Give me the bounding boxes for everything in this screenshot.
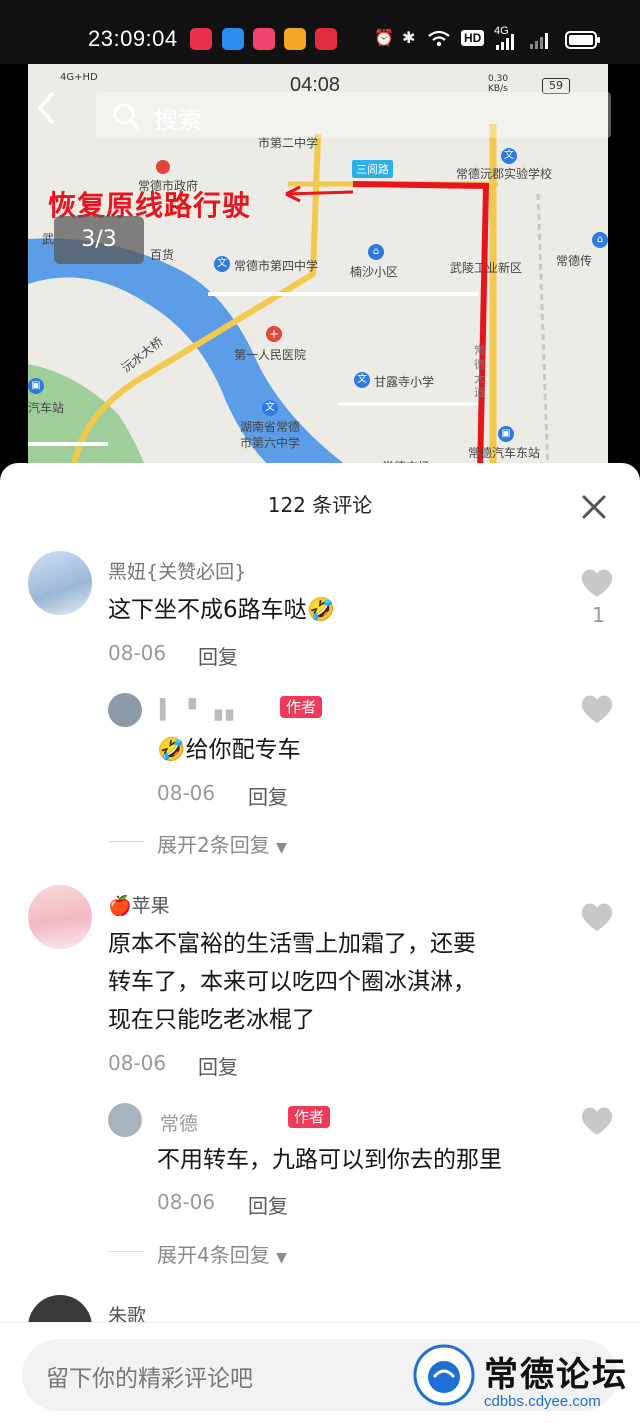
- map-label: 汽车站: [28, 401, 65, 415]
- school-poi-icon: 文: [354, 372, 370, 388]
- commenter-name[interactable]: 🍎苹果: [108, 891, 170, 918]
- commenter-name[interactable]: 黑妞{关赞必回}: [108, 557, 246, 584]
- hd-voice-icon: HD: [461, 30, 485, 46]
- watermark-url: cdbbs.cdyee.com: [484, 1393, 601, 1410]
- school-poi-icon: 文: [214, 256, 230, 272]
- bluetooth-icon: ✱: [402, 28, 416, 47]
- like-heart-icon[interactable]: [580, 567, 614, 599]
- avatar[interactable]: [28, 885, 92, 949]
- like-heart-icon[interactable]: [580, 693, 614, 725]
- divider: [108, 841, 144, 842]
- comment-text-line: 转车了，本来可以吃四个圈冰淇淋，: [108, 969, 476, 995]
- expand-replies-label: 展开2条回复: [157, 833, 270, 857]
- expand-replies-button[interactable]: 展开4条回复 ▼: [157, 1239, 287, 1268]
- reply-button[interactable]: 回复: [248, 1190, 288, 1219]
- inner-network-label: 4G+HD: [60, 72, 98, 83]
- signal-strength-2-icon: [530, 33, 548, 49]
- map-label: 常德汽车东站: [468, 446, 541, 460]
- status-bar: 23:09:04 ⏰ ✱ HD 4G: [0, 0, 640, 64]
- comment-date: 08-06: [108, 1051, 167, 1075]
- divider: [108, 1251, 144, 1252]
- reply-author-name[interactable]: 常德: [160, 1109, 198, 1136]
- map-label: 湖南省常德: [240, 420, 301, 434]
- close-icon[interactable]: [580, 493, 608, 521]
- like-count: 1: [592, 603, 605, 627]
- avatar[interactable]: [28, 551, 92, 615]
- reply-date: 08-06: [157, 1190, 216, 1214]
- reply-date: 08-06: [157, 781, 216, 805]
- comments-sheet: 122 条评论 黑妞{关赞必回} 这下坐不成6路车哒🤣 08-06 回复 1 ▍…: [0, 463, 640, 1422]
- residential-poi-icon: ⌂: [368, 244, 384, 260]
- bus-poi-icon: ▣: [28, 378, 44, 394]
- school-poi-icon: 文: [262, 400, 278, 416]
- school-poi-icon: 文: [501, 148, 517, 164]
- map-label: 百货: [150, 248, 175, 262]
- clock: 23:09:04: [88, 26, 178, 51]
- reply-button[interactable]: 回复: [248, 781, 288, 810]
- author-badge: 作者: [288, 1106, 331, 1128]
- back-arrow-icon[interactable]: [34, 90, 58, 126]
- weibo-icon: [284, 28, 306, 50]
- like-heart-icon[interactable]: [580, 901, 614, 933]
- video-app-icon: [253, 28, 275, 50]
- map-label: 甘露寺小学: [374, 375, 435, 389]
- map-label: 常德大道: [474, 344, 485, 399]
- chevron-down-icon: ▼: [276, 840, 287, 856]
- comment-input-placeholder: 留下你的精彩评论吧: [46, 1366, 253, 1392]
- map-label: 常德传: [556, 254, 593, 268]
- map-label: 武: [42, 232, 55, 246]
- watermark-title: 常德论坛: [484, 1355, 628, 1395]
- comment-date: 08-06: [108, 641, 167, 665]
- message-app-icon: [222, 28, 244, 50]
- poi-marker-icon: [156, 160, 170, 174]
- image-viewer[interactable]: 4G+HD 04:08 0.30 KB/s 59 市第二中学 常德市政府 三闾路…: [0, 64, 640, 474]
- alarm-icon: ⏰: [374, 28, 394, 47]
- map-label: 第一人民医院: [234, 348, 307, 362]
- reply-avatar[interactable]: [108, 1103, 142, 1137]
- expand-replies-label: 展开4条回复: [157, 1243, 270, 1267]
- reply-avatar[interactable]: [108, 693, 142, 727]
- expand-replies-button[interactable]: 展开2条回复 ▼: [157, 829, 287, 858]
- comments-title: 122 条评论: [267, 493, 373, 517]
- road-sign: 三闾路: [352, 160, 393, 178]
- comment-text: 这下坐不成6路车哒🤣: [108, 597, 336, 623]
- comment-text-line: 现在只能吃老冰棍了: [108, 1007, 315, 1033]
- search-bar[interactable]: 搜索: [96, 92, 611, 138]
- like-heart-icon[interactable]: [580, 1105, 614, 1137]
- battery-icon: [565, 31, 600, 49]
- reply-author-name[interactable]: ▍ ▘▗▖: [160, 699, 245, 721]
- image-pager: 3/3: [54, 216, 144, 264]
- author-badge: 作者: [280, 696, 323, 718]
- reply-text: 不用转车，九路可以到你去的那里: [157, 1147, 502, 1173]
- reply-text: 🤣给你配专车: [157, 737, 301, 763]
- inner-speed: 0.30 KB/s: [488, 74, 509, 94]
- signal-strength-icon: [496, 34, 514, 50]
- search-icon: [113, 103, 140, 130]
- forum-logo-icon: [413, 1344, 475, 1406]
- music-app-icon: [315, 28, 337, 50]
- comment-text-line: 原本不富裕的生活雪上加霜了，还要: [108, 931, 476, 957]
- map-label: 武陵工业新区: [450, 261, 523, 275]
- hospital-poi-icon: +: [266, 326, 282, 342]
- poi-icon: ⌂: [592, 232, 608, 248]
- map-label: 常德沅郡实验学校: [456, 167, 553, 181]
- wifi-icon: [428, 30, 450, 47]
- comment-input-bar: 留下你的精彩评论吧 常德论坛 cdbbs.cdyee.com: [0, 1322, 640, 1423]
- map-label: 市第六中学: [240, 436, 301, 450]
- app-notification-icon: [190, 28, 212, 50]
- map-label: 楠沙小区: [350, 265, 399, 279]
- bus-poi-icon: ▣: [498, 426, 514, 442]
- chevron-down-icon: ▼: [276, 1250, 287, 1266]
- reply-button[interactable]: 回复: [198, 641, 238, 670]
- map-label: 常德市第四中学: [234, 259, 319, 273]
- reply-button[interactable]: 回复: [198, 1051, 238, 1080]
- search-placeholder: 搜索: [154, 106, 202, 134]
